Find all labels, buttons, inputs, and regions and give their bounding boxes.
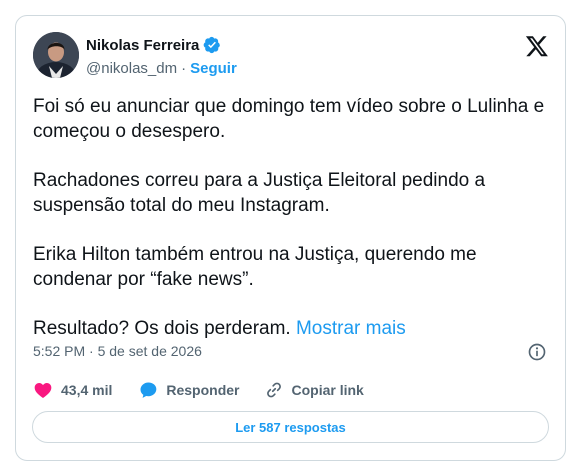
link-icon — [266, 382, 281, 398]
follow-button[interactable]: Seguir — [190, 60, 237, 77]
action-bar: 43,4 mil Responder Copiar link — [33, 380, 364, 400]
read-replies-button[interactable]: Ler 587 respostas — [32, 411, 549, 443]
author-name[interactable]: Nikolas Ferreira — [86, 37, 199, 54]
reply-button[interactable]: Responder — [138, 380, 240, 400]
likes-count: 43,4 mil — [61, 382, 113, 398]
tweet-paragraph: Foi só eu anunciar que domingo tem vídeo… — [33, 96, 545, 142]
tweet-paragraph-last: Resultado? Os dois perderam. Mostrar mai… — [33, 316, 553, 341]
author-handle[interactable]: @nikolas_dm — [86, 60, 177, 77]
tweet-paragraph: Rachadones correu para a Justiça Eleitor… — [33, 170, 486, 216]
heart-icon — [34, 383, 52, 398]
handle-separator: · — [181, 60, 187, 77]
tweet-paragraph: Resultado? Os dois perderam. — [33, 318, 291, 339]
tweet-timestamp[interactable]: 5:52 PM · 5 de set de 2026 — [33, 343, 202, 359]
info-icon[interactable] — [527, 342, 547, 362]
reply-label: Responder — [166, 382, 240, 398]
avatar[interactable] — [33, 32, 79, 78]
copy-link-label: Copiar link — [291, 382, 364, 398]
x-logo-icon[interactable] — [525, 34, 549, 58]
show-more-link[interactable]: Mostrar mais — [296, 318, 406, 339]
tweet-card: Nikolas Ferreira @nikolas_dm · Seguir Fo… — [15, 15, 566, 461]
verified-badge-icon — [203, 36, 221, 54]
copy-link-button[interactable]: Copiar link — [264, 380, 364, 400]
tweet-text: Foi só eu anunciar que domingo tem vídeo… — [33, 94, 553, 341]
reply-bubble-icon — [140, 382, 157, 398]
tweet-paragraph: Erika Hilton também entrou na Justiça, q… — [33, 244, 477, 290]
like-button[interactable]: 43,4 mil — [33, 380, 112, 400]
